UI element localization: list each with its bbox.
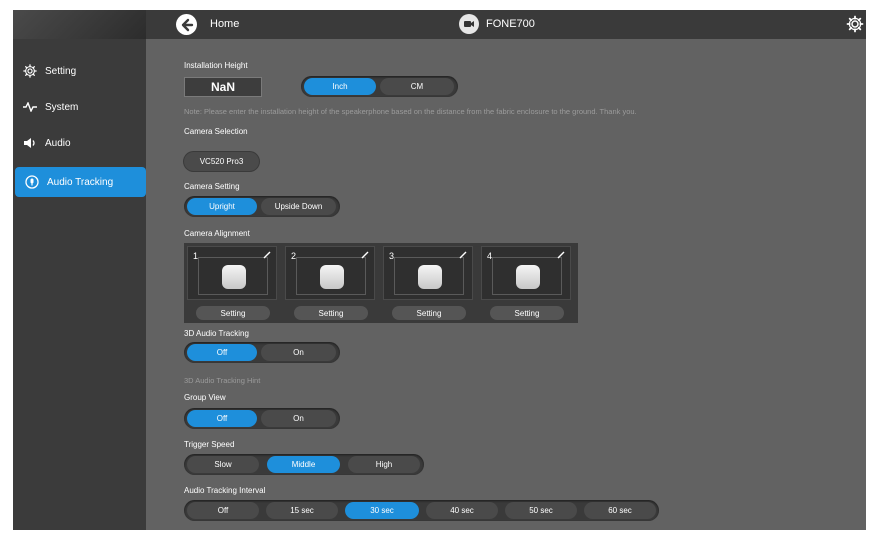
interval-off[interactable]: Off: [187, 502, 259, 519]
top-bar: Home FONE700: [13, 10, 866, 39]
sidebar-item-audio-tracking[interactable]: Audio Tracking: [15, 167, 146, 197]
sidebar-item-label: Setting: [45, 65, 77, 77]
sidebar-item-label: Audio Tracking: [47, 176, 114, 188]
camera-2-setting-button[interactable]: Setting: [294, 306, 368, 320]
interval-40-sec[interactable]: 40 sec: [426, 502, 498, 519]
camera-setting-title: Camera Setting: [184, 182, 240, 191]
trigger-speed-high[interactable]: High: [348, 456, 420, 473]
interval-60-sec[interactable]: 60 sec: [584, 502, 656, 519]
edit-pencil-icon[interactable]: [458, 250, 468, 260]
interval-15-sec[interactable]: 15 sec: [266, 502, 338, 519]
camera-selection-button[interactable]: VC520 Pro3: [184, 152, 259, 171]
sidebar-item-label: Audio: [45, 137, 71, 149]
unit-option-cm[interactable]: CM: [380, 78, 454, 95]
camera-alignment-panel: 1 2 3 4 Setting Setting Setting Setting: [184, 243, 578, 323]
edit-pencil-icon[interactable]: [262, 250, 272, 260]
audio-tracking-3d-toggle: Off On: [184, 342, 340, 363]
group-view-off[interactable]: Off: [187, 410, 257, 427]
group-view-title: Group View: [184, 393, 226, 402]
camera-card-3: 3: [383, 246, 473, 300]
camera-alignment-title: Camera Alignment: [184, 229, 250, 238]
sidebar-item-setting[interactable]: Setting: [13, 56, 146, 86]
group-view-on[interactable]: On: [261, 410, 336, 427]
sidebar-item-label: System: [45, 101, 79, 113]
audio-tracking-3d-title: 3D Audio Tracking: [184, 329, 249, 338]
logo-area: [13, 10, 146, 39]
audio-tracking-icon: [25, 175, 39, 189]
tracking-interval-title: Audio Tracking Interval: [184, 486, 266, 495]
speakerphone-device-icon: [222, 265, 246, 289]
speakerphone-device-icon: [320, 265, 344, 289]
app-window: Home FONE700 Setting System Audio Audio …: [13, 10, 866, 530]
camera-3-setting-button[interactable]: Setting: [392, 306, 466, 320]
trigger-speed-toggle: Slow Middle High: [184, 454, 424, 475]
device-name: FONE700: [486, 18, 535, 30]
gear-icon: [23, 64, 37, 78]
camera-card-1: 1: [187, 246, 277, 300]
camera-setting-toggle: Upright Upside Down: [184, 196, 340, 217]
trigger-speed-middle[interactable]: Middle: [267, 456, 340, 473]
interval-30-sec[interactable]: 30 sec: [345, 502, 419, 519]
back-arrow-icon: [181, 18, 193, 31]
camera-1-setting-button[interactable]: Setting: [196, 306, 270, 320]
unit-toggle: Inch CM: [301, 76, 458, 97]
sidebar-item-audio[interactable]: Audio: [13, 128, 146, 158]
group-view-toggle: Off On: [184, 408, 340, 429]
pulse-icon: [23, 100, 37, 114]
installation-height-title: Installation Height: [184, 61, 248, 70]
unit-option-inch[interactable]: Inch: [304, 78, 376, 95]
speakerphone-device-icon: [516, 265, 540, 289]
settings-gear-icon[interactable]: [846, 15, 864, 33]
audio-tracking-3d-off[interactable]: Off: [187, 344, 257, 361]
tracking-interval-toggle: Off 15 sec 30 sec 40 sec 50 sec 60 sec: [184, 500, 659, 521]
installation-height-input[interactable]: NaN: [184, 77, 262, 97]
interval-50-sec[interactable]: 50 sec: [505, 502, 577, 519]
camera-setting-upright[interactable]: Upright: [187, 198, 257, 215]
edit-pencil-icon[interactable]: [360, 250, 370, 260]
camera-4-setting-button[interactable]: Setting: [490, 306, 564, 320]
back-button[interactable]: [176, 14, 197, 35]
speakerphone-device-icon: [418, 265, 442, 289]
home-label[interactable]: Home: [210, 18, 239, 30]
audio-tracking-3d-hint: 3D Audio Tracking Hint: [184, 376, 261, 385]
sidebar: Setting System Audio Audio Tracking: [13, 39, 146, 530]
camera-setting-upside-down[interactable]: Upside Down: [261, 198, 336, 215]
audio-tracking-3d-on[interactable]: On: [261, 344, 336, 361]
main-panel: Installation Height NaN Inch CM Note: Pl…: [146, 39, 866, 530]
speaker-icon: [23, 136, 37, 150]
trigger-speed-slow[interactable]: Slow: [187, 456, 259, 473]
camera-card-2: 2: [285, 246, 375, 300]
edit-pencil-icon[interactable]: [556, 250, 566, 260]
sidebar-item-system[interactable]: System: [13, 92, 146, 122]
trigger-speed-title: Trigger Speed: [184, 440, 235, 449]
installation-note: Note: Please enter the installation heig…: [184, 107, 637, 116]
camera-icon: [459, 14, 479, 34]
camera-card-4: 4: [481, 246, 571, 300]
camera-selection-title: Camera Selection: [184, 127, 248, 136]
